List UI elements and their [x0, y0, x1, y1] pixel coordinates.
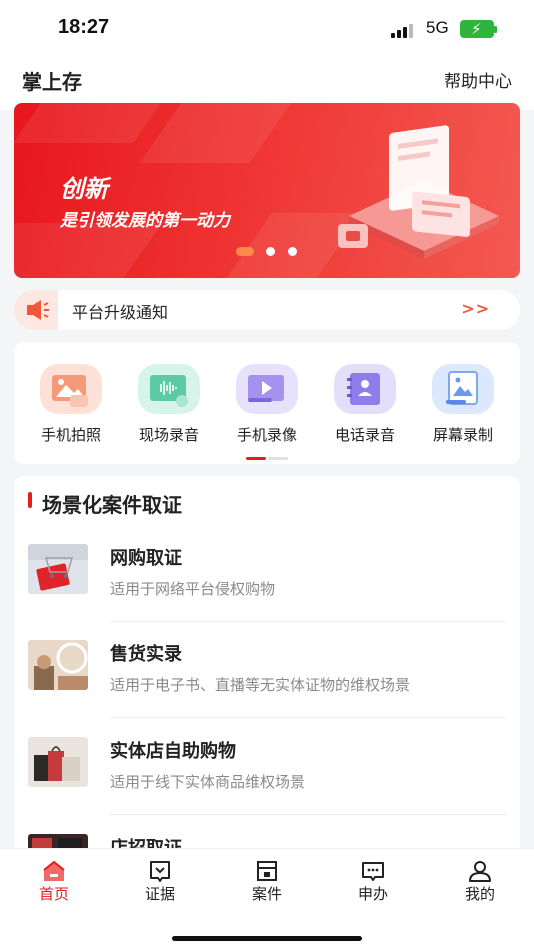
apply-message-icon [362, 862, 384, 881]
document-illustration-icon [338, 125, 499, 259]
scenario-item-online-shopping[interactable]: 网购取证 适用于网络平台侵权购物 [14, 526, 520, 622]
scenario-name: 售货实录 [110, 644, 182, 665]
case-box-icon [257, 861, 277, 881]
scenario-name: 网购取证 [110, 548, 182, 569]
banner-pagination [236, 245, 316, 257]
capture-tools-panel: 手机拍照 现场录音 手机录像 电话录音 屏幕录制 [14, 342, 520, 464]
scenario-item-store-self-purchase[interactable]: 实体店自助购物 适用于线下实体商品维权场景 [14, 719, 520, 815]
feature-label: 电话录音 [334, 426, 395, 444]
video-icon [236, 364, 298, 414]
tab-label: 申办 [357, 885, 388, 903]
scenario-desc: 适用于电子书、直播等无实体证物的维权场景 [110, 676, 411, 694]
feature-screen-recording[interactable]: 屏幕录制 [414, 364, 512, 444]
feature-photo[interactable]: 手机拍照 [22, 364, 120, 444]
notice-more-arrow[interactable]: >> [461, 299, 490, 318]
shopping-bags-thumbnail [28, 737, 88, 787]
screen-image-icon [432, 364, 494, 414]
divider [110, 814, 506, 815]
home-indicator [172, 936, 362, 941]
pager-active-bar [246, 457, 266, 460]
feature-label: 手机拍照 [40, 426, 101, 444]
top-nav: 掌上存 帮助中心 [0, 58, 534, 100]
tab-profile[interactable]: 我的 [440, 857, 520, 907]
battery-charging-icon: ⚡ [460, 20, 497, 38]
status-bar: 18:27 5G ⚡ [0, 0, 534, 58]
tab-label: 首页 [38, 885, 69, 903]
pager-bar [268, 457, 288, 460]
scenario-desc: 适用于网络平台侵权购物 [110, 580, 276, 598]
status-time: 18:27 [58, 16, 110, 38]
shopping-cart-thumbnail [28, 544, 88, 594]
photo-icon [40, 364, 102, 414]
tab-label: 我的 [464, 885, 495, 903]
pagination-dot[interactable] [236, 247, 254, 256]
scenario-item-sales-record[interactable]: 售货实录 适用于电子书、直播等无实体证物的维权场景 [14, 622, 520, 718]
signal-strength-icon [391, 22, 417, 38]
tab-home[interactable]: 首页 [14, 857, 94, 907]
app-title: 掌上存 [22, 70, 82, 94]
feature-video[interactable]: 手机录像 [218, 364, 316, 444]
tab-label: 案件 [251, 885, 282, 903]
notice-bar[interactable]: 平台升级通知 >> [14, 290, 520, 330]
tab-apply[interactable]: 申办 [333, 857, 413, 907]
banner-subtitle: 是引领发展的第一动力 [60, 211, 230, 231]
home-icon [43, 860, 65, 881]
feature-label: 手机录像 [236, 426, 297, 444]
scenario-name: 实体店自助购物 [110, 741, 236, 762]
evidence-icon [150, 861, 170, 882]
scenario-evidence-section: 场景化案件取证 网购取证 适用于网络平台侵权购物 售货实录 适用于电子书、直播等… [14, 476, 520, 884]
tab-evidence[interactable]: 证据 [120, 857, 200, 907]
contact-book-icon [334, 364, 396, 414]
pagination-dot[interactable] [288, 247, 297, 256]
tab-label: 证据 [144, 885, 175, 903]
banner-title: 创新 [60, 175, 108, 203]
feature-label: 现场录音 [138, 426, 199, 444]
network-type: 5G [426, 18, 449, 37]
feature-label: 屏幕录制 [432, 426, 493, 444]
section-title: 场景化案件取证 [42, 493, 182, 517]
feature-call-recording[interactable]: 电话录音 [316, 364, 414, 444]
scenario-desc: 适用于线下实体商品维权场景 [110, 773, 306, 791]
promo-banner[interactable]: 创新 是引领发展的第一动力 [14, 103, 520, 278]
audio-wave-icon [138, 364, 200, 414]
section-accent-bar [28, 492, 32, 508]
livestream-thumbnail [28, 640, 88, 690]
tab-cases[interactable]: 案件 [227, 857, 307, 907]
pagination-dot[interactable] [266, 247, 275, 256]
user-icon [469, 861, 491, 882]
notice-text: 平台升级通知 [72, 303, 169, 322]
bottom-tab-bar: 首页 证据 案件 申办 我的 [0, 848, 534, 950]
help-center-link[interactable]: 帮助中心 [444, 67, 512, 92]
feature-live-audio[interactable]: 现场录音 [120, 364, 218, 444]
features-pager [246, 457, 290, 461]
megaphone-icon [14, 290, 58, 330]
divider [110, 717, 506, 718]
